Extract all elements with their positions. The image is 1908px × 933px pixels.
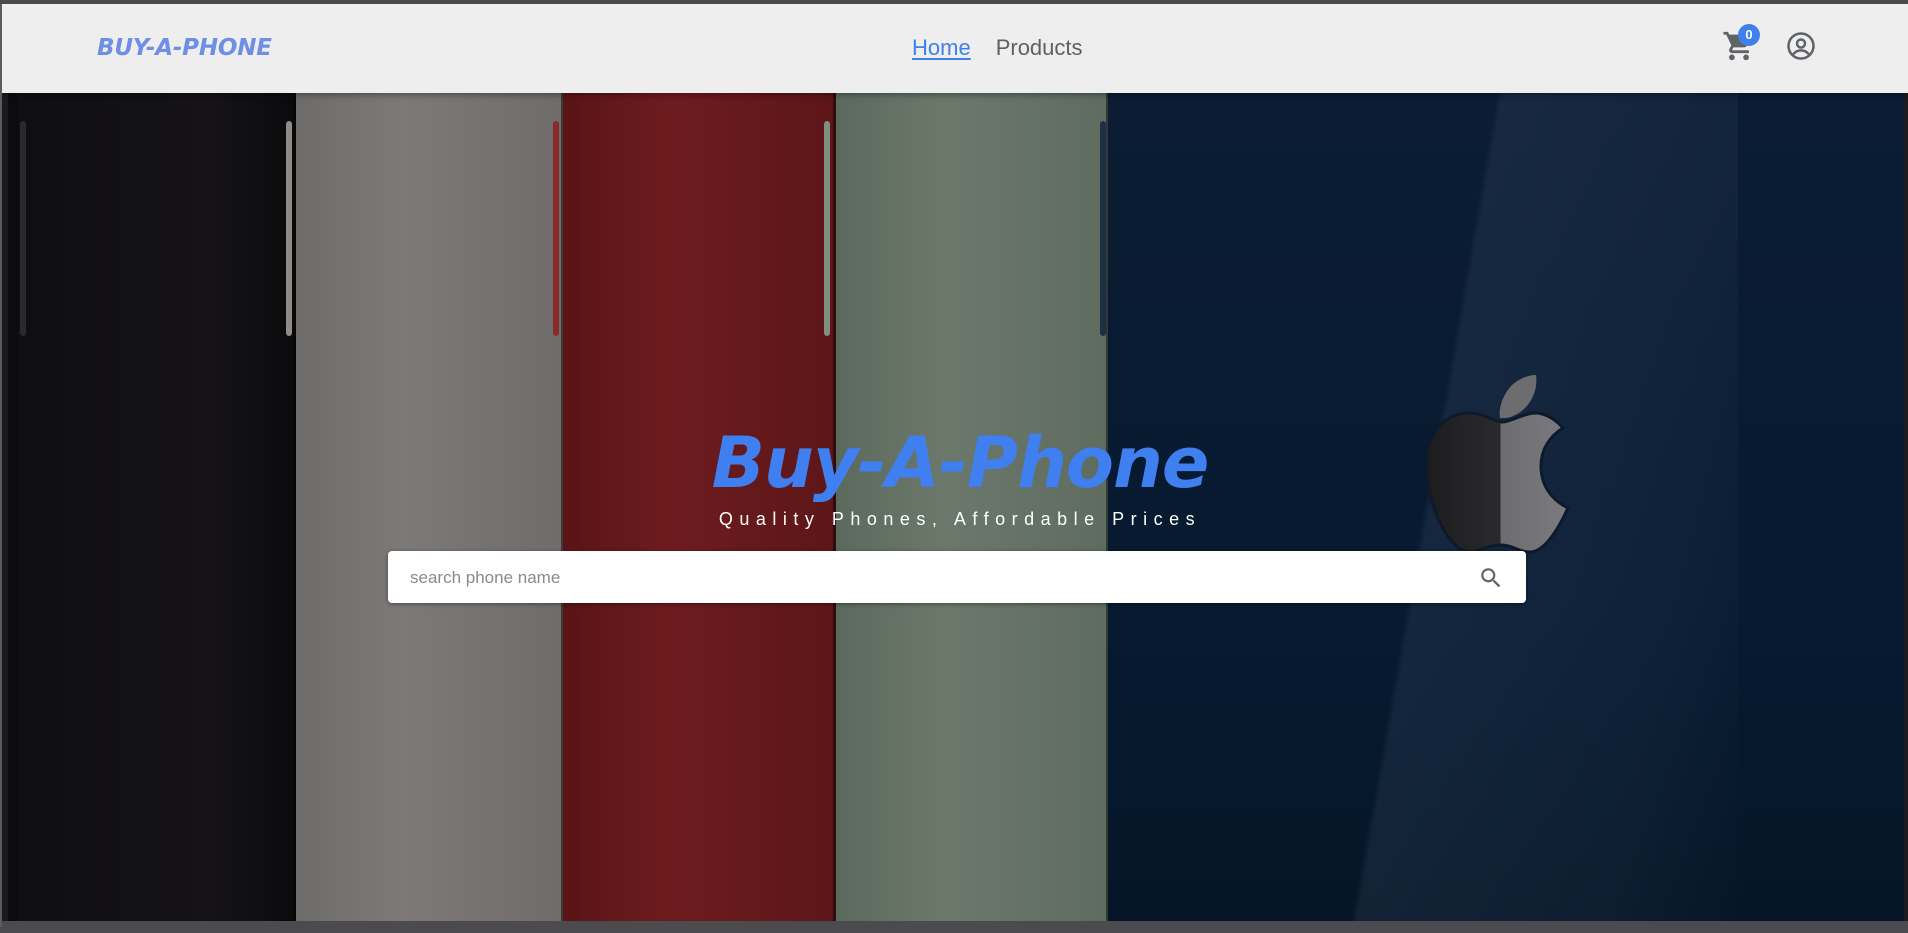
hero-text: Buy-A-Phone Quality Phones, Affordable P… [8,423,1904,530]
hero-title: Buy-A-Phone [711,422,1210,504]
search-bar [388,551,1526,605]
cart-button[interactable]: 0 [1720,24,1760,66]
cart-count-badge: 0 [1738,24,1760,46]
search-icon[interactable] [1478,565,1504,591]
navbar: BUY-A-PHONE Home Products 0 [2,4,1908,93]
nav-link-home[interactable]: Home [912,35,971,61]
nav-links: Home Products [912,35,1083,61]
nav-icons: 0 [1720,24,1816,66]
browser-window: BUY-A-PHONE Home Products 0 Buy-A-Phone … [0,4,1908,927]
window-bottom-edge [2,921,1908,927]
brand-logo[interactable]: BUY-A-PHONE [97,35,272,61]
nav-link-products[interactable]: Products [996,35,1083,61]
search-input[interactable] [408,551,1452,605]
account-circle-icon[interactable] [1786,31,1816,61]
hero-subtitle: Quality Phones, Affordable Prices [718,509,1202,529]
hero-banner: Buy-A-Phone Quality Phones, Affordable P… [8,93,1904,927]
